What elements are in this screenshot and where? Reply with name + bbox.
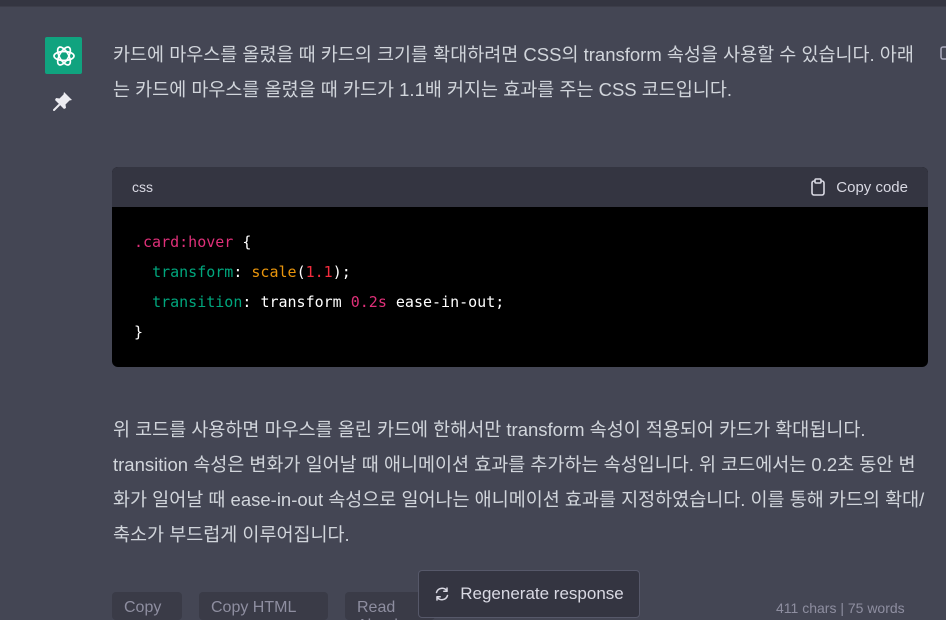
code-close-brace: } (134, 323, 144, 341)
pin-icon[interactable] (52, 90, 74, 112)
code-open-brace: { (233, 233, 252, 251)
copy-code-label: Copy code (836, 178, 908, 196)
code-paren-open: ( (296, 263, 306, 281)
code-language: css (132, 179, 153, 195)
code-value: transform (260, 293, 351, 311)
assistant-avatar (45, 37, 82, 74)
openai-logo-icon (52, 45, 75, 66)
copy-code-button[interactable]: Copy code (810, 178, 908, 196)
copy-label: Copy (124, 599, 162, 616)
copy-html-button[interactable]: Copy HTML (199, 592, 328, 620)
code-colon: : (242, 293, 261, 311)
code-easing: ease-in-out; (386, 293, 505, 311)
code-function-name: scale (251, 263, 297, 281)
copy-html-label: Copy HTML (211, 599, 297, 616)
char-word-count: 411 chars | 75 words (776, 600, 905, 616)
clipboard-icon (811, 178, 826, 196)
code-block: css Copy code .card:hover { transform: s… (112, 167, 928, 367)
clipboard-edge-icon[interactable] (940, 46, 946, 60)
code-selector: .card:hover (134, 233, 234, 251)
code-function-arg: 1.1 (305, 263, 333, 281)
code-paren-close: ); (332, 263, 351, 281)
regenerate-label: Regenerate response (460, 584, 624, 603)
code-property-transform: transform (152, 263, 234, 281)
top-bar (0, 0, 946, 7)
message-paragraph-1: 카드에 마우스를 올렸을 때 카드의 크기를 확대하려면 CSS의 transf… (113, 44, 914, 100)
message-paragraph-2: 위 코드를 사용하면 마우스를 올린 카드에 한해서만 transform 속성… (113, 419, 925, 545)
code-content[interactable]: .card:hover { transform: scale(1.1); tra… (112, 207, 928, 367)
code-duration: 0.2s (350, 293, 387, 311)
copy-button[interactable]: Copy (112, 592, 182, 620)
regenerate-response-button[interactable]: Regenerate response (418, 570, 640, 618)
refresh-icon (435, 587, 449, 601)
code-property-transition: transition (152, 293, 243, 311)
code-colon: : (233, 263, 252, 281)
code-header: css Copy code (112, 167, 928, 207)
